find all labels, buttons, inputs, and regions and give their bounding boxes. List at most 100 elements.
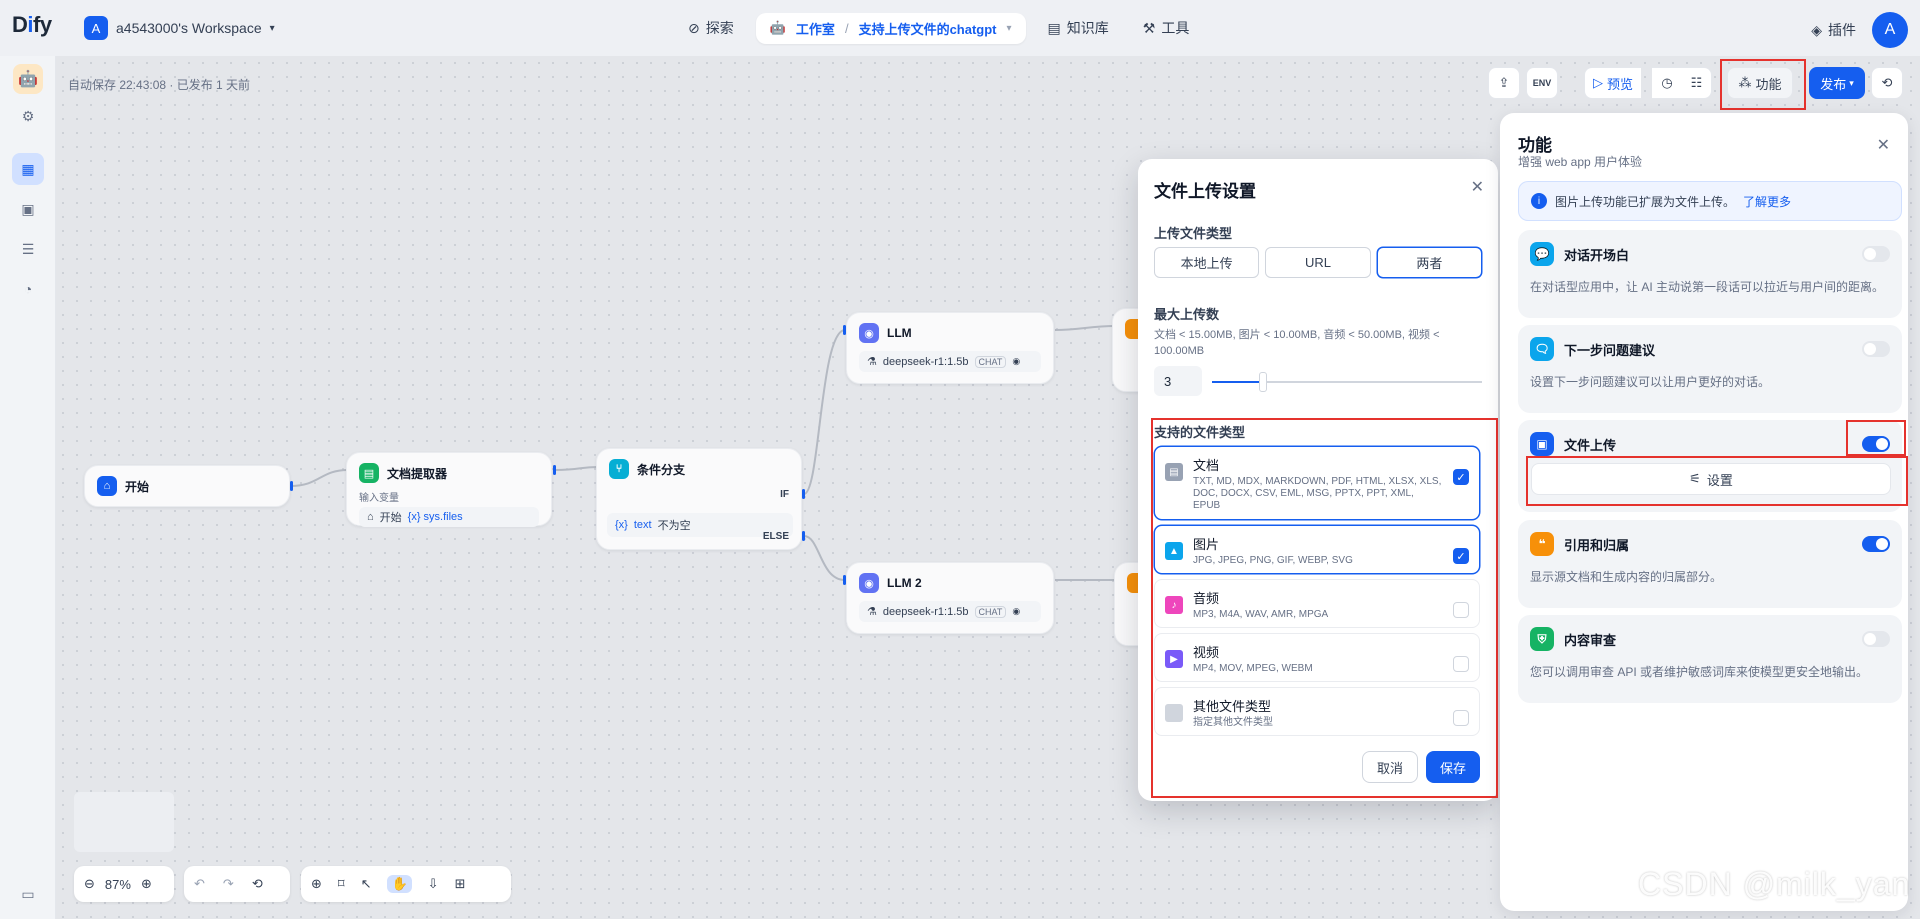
play-icon: ▷ bbox=[1593, 75, 1603, 90]
max-upload-slider[interactable] bbox=[1212, 372, 1482, 392]
close-icon[interactable]: ✕ bbox=[1471, 177, 1484, 197]
info-banner: i 图片上传功能已扩展为文件上传。 了解更多 bbox=[1518, 181, 1902, 221]
add-note-icon[interactable]: ⌑ bbox=[338, 876, 345, 892]
else-output-handle[interactable] bbox=[802, 531, 805, 541]
eye-icon: ◉ bbox=[1012, 356, 1021, 366]
zoom-in-icon[interactable]: ⊕ bbox=[141, 876, 152, 892]
extractor-input-label: 输入变量 bbox=[359, 493, 399, 504]
start-node[interactable]: ⌂ 开始 bbox=[84, 465, 290, 507]
nav-knowledge[interactable]: ▤ 知识库 bbox=[1036, 12, 1121, 44]
learn-more-link[interactable]: 了解更多 bbox=[1743, 193, 1791, 210]
redo-icon[interactable]: ↷ bbox=[223, 876, 234, 892]
logs-icon[interactable]: ☰ bbox=[12, 233, 44, 265]
size-limits-text: 文档 < 15.00MB, 图片 < 10.00MB, 音频 < 50.00MB… bbox=[1154, 329, 1440, 357]
feature-toggle[interactable] bbox=[1862, 631, 1890, 647]
llm2-node[interactable]: ◉ LLM 2 ⚗ deepseek-r1:1.5b CHAT ◉ bbox=[846, 562, 1054, 634]
llm-input-handle[interactable] bbox=[843, 325, 846, 335]
feature-desc: 您可以调用审查 API 或者维护敏感词库来使模型更安全地输出。 bbox=[1530, 665, 1869, 679]
zoom-level: 87% bbox=[104, 876, 131, 892]
zoom-out-icon[interactable]: ⊖ bbox=[84, 876, 95, 892]
close-icon[interactable]: ✕ bbox=[1877, 135, 1890, 155]
start-node-title: 开始 bbox=[125, 479, 150, 494]
feature-name: 文件上传 bbox=[1564, 437, 1617, 453]
chevron-down-icon: ▾ bbox=[269, 22, 275, 34]
llm2-input-handle[interactable] bbox=[843, 575, 846, 585]
condition-operator: 不为空 bbox=[657, 520, 691, 532]
monitor-icon[interactable]: ◔ bbox=[12, 273, 44, 305]
feature-desc: 显示源文档和生成内容的归属部分。 bbox=[1530, 570, 1723, 584]
upload-option-both[interactable]: 两者 bbox=[1376, 247, 1482, 278]
max-upload-input[interactable]: 3 bbox=[1154, 366, 1202, 396]
feature-toggle[interactable] bbox=[1862, 536, 1890, 552]
checklist-icon[interactable]: ◷ bbox=[1652, 67, 1682, 99]
feature-opening-statement: 💬 对话开场白 在对话型应用中，让 AI 主动说第一段话可以拉近与用户间的距离。 bbox=[1518, 230, 1902, 318]
branch-node-title: 条件分支 bbox=[637, 462, 686, 477]
start-output-handle[interactable] bbox=[290, 481, 293, 491]
feature-toggle[interactable] bbox=[1862, 341, 1890, 357]
extractor-node-title: 文档提取器 bbox=[387, 466, 448, 481]
history-icon[interactable]: ⟲ bbox=[1871, 67, 1903, 99]
slider-thumb[interactable] bbox=[1259, 372, 1268, 392]
extractor-node[interactable]: ▤ 文档提取器 输入变量 ⌂ 开始 {x} sys.files bbox=[346, 452, 552, 527]
feature-name: 引用和归属 bbox=[1564, 537, 1630, 553]
orchestrate-icon[interactable]: ▦ bbox=[12, 153, 44, 185]
chat-bubbles-icon: 🗨 bbox=[1530, 337, 1554, 361]
preview-button[interactable]: ▷ 预览 bbox=[1584, 67, 1642, 99]
autosave-status: 自动保存 22:43:08 · 已发布 1 天前 bbox=[68, 78, 251, 92]
branch-else-label: ELSE bbox=[762, 531, 789, 542]
nav-tools-label: 工具 bbox=[1161, 20, 1190, 36]
home-icon: ⌂ bbox=[97, 476, 117, 496]
dify-logo[interactable]: Dify bbox=[12, 12, 52, 38]
home-icon: ⌂ bbox=[367, 511, 374, 523]
chat-bubble-icon: 💬 bbox=[1530, 242, 1554, 266]
features-subtitle: 增强 web app 用户体验 bbox=[1518, 155, 1643, 169]
sliders-icon[interactable]: ⚙ bbox=[12, 100, 44, 132]
chevron-down-icon: ▾ bbox=[1849, 77, 1854, 88]
compass-icon: ⊘ bbox=[688, 19, 700, 36]
preview-toolbar: ▷ 预览 bbox=[1584, 67, 1642, 99]
minimap[interactable] bbox=[74, 792, 174, 852]
modal-title: 文件上传设置 bbox=[1154, 182, 1256, 201]
app-icon[interactable]: 🤖 bbox=[13, 64, 43, 94]
app-name[interactable]: 支持上传文件的chatgpt bbox=[859, 19, 997, 38]
share-icon[interactable]: ⇪ bbox=[1488, 67, 1520, 99]
sidebar-toggle-icon[interactable]: ▭ bbox=[12, 878, 44, 910]
publish-toolbar: 发布 ▾ ⟲ bbox=[1809, 67, 1903, 99]
llm2-model-name: deepseek-r1:1.5b bbox=[882, 605, 969, 618]
nav-plugins[interactable]: ◈ 插件 bbox=[1811, 20, 1856, 40]
pointer-icon[interactable]: ↖ bbox=[361, 876, 372, 892]
nav-explore[interactable]: ⊘ 探索 bbox=[676, 12, 746, 44]
upload-option-local[interactable]: 本地上传 bbox=[1154, 247, 1260, 278]
upload-option-url[interactable]: URL bbox=[1265, 247, 1371, 278]
user-avatar[interactable]: A bbox=[1872, 12, 1908, 48]
nav-tools[interactable]: ⚒ 工具 bbox=[1131, 12, 1202, 44]
brain-icon: ◉ bbox=[859, 323, 879, 343]
hand-icon[interactable]: ✋ bbox=[387, 875, 412, 893]
llm-node[interactable]: ◉ LLM ⚗ deepseek-r1:1.5b CHAT ◉ bbox=[846, 312, 1054, 384]
undo-icon[interactable]: ↶ bbox=[194, 876, 205, 892]
workspace-switcher[interactable]: A a4543000's Workspace ▾ bbox=[84, 16, 275, 40]
llm2-model-tag: CHAT bbox=[974, 605, 1007, 618]
export-icon[interactable]: ⇩ bbox=[428, 876, 439, 892]
env-button[interactable]: ENV bbox=[1526, 67, 1558, 99]
feature-desc: 设置下一步问题建议可以让用户更好的对话。 bbox=[1530, 375, 1771, 389]
publish-button[interactable]: 发布 ▾ bbox=[1809, 67, 1865, 99]
feature-toggle[interactable] bbox=[1862, 246, 1890, 262]
hammer-icon: ⚒ bbox=[1142, 19, 1156, 36]
features-panel: 功能 增强 web app 用户体验 ✕ i 图片上传功能已扩展为文件上传。 了… bbox=[1500, 113, 1908, 911]
if-output-handle[interactable] bbox=[802, 489, 805, 499]
layout-icon[interactable]: ⊞ bbox=[455, 876, 466, 892]
branch-node[interactable]: ⑂ 条件分支 IF {x} text 不为空 ELSE bbox=[596, 448, 802, 550]
canvas-tools: ⊕ ⌑ ↖ ✋ ⇩ ⊞ bbox=[301, 866, 511, 902]
terminal-icon[interactable]: ▣ bbox=[12, 193, 44, 225]
extractor-output-handle[interactable] bbox=[553, 465, 556, 475]
branch-icon: ⑂ bbox=[609, 459, 629, 479]
left-sidebar: 🤖 ⚙ ▦ ▣ ☰ ◔ ▭ bbox=[0, 56, 56, 919]
history-icon[interactable]: ⟲ bbox=[252, 876, 263, 892]
branch-if-label: IF bbox=[780, 489, 789, 500]
nav-studio[interactable]: 🤖 工作室 / 支持上传文件的chatgpt ▾ bbox=[755, 12, 1026, 44]
add-node-icon[interactable]: ⊕ bbox=[311, 876, 322, 892]
list-icon[interactable]: ☷ bbox=[1682, 67, 1712, 99]
chevron-down-icon: ▾ bbox=[1006, 22, 1012, 34]
shield-icon: ⛨ bbox=[1530, 627, 1554, 651]
